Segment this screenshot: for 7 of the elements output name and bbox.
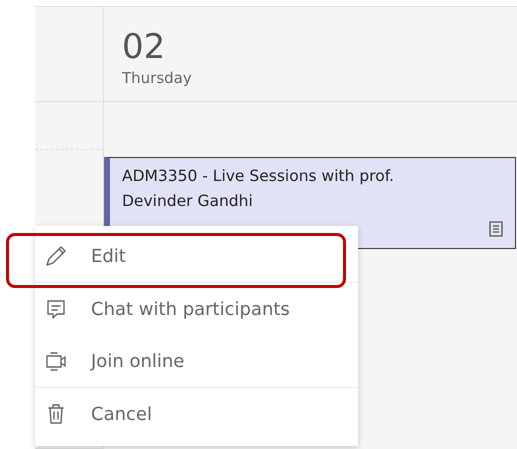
weekday-label: Thursday xyxy=(122,69,193,87)
day-number: 02 xyxy=(122,27,166,67)
menu-item[interactable]: Join online xyxy=(91,350,184,372)
notes-icon xyxy=(487,220,505,238)
menu-item[interactable]: Chat with participants xyxy=(91,298,290,320)
menu-item[interactable]: Cancel xyxy=(91,404,152,424)
event-title: ADM3350 - Live Sessions with prof. Devinder Gandhi xyxy=(122,166,395,212)
